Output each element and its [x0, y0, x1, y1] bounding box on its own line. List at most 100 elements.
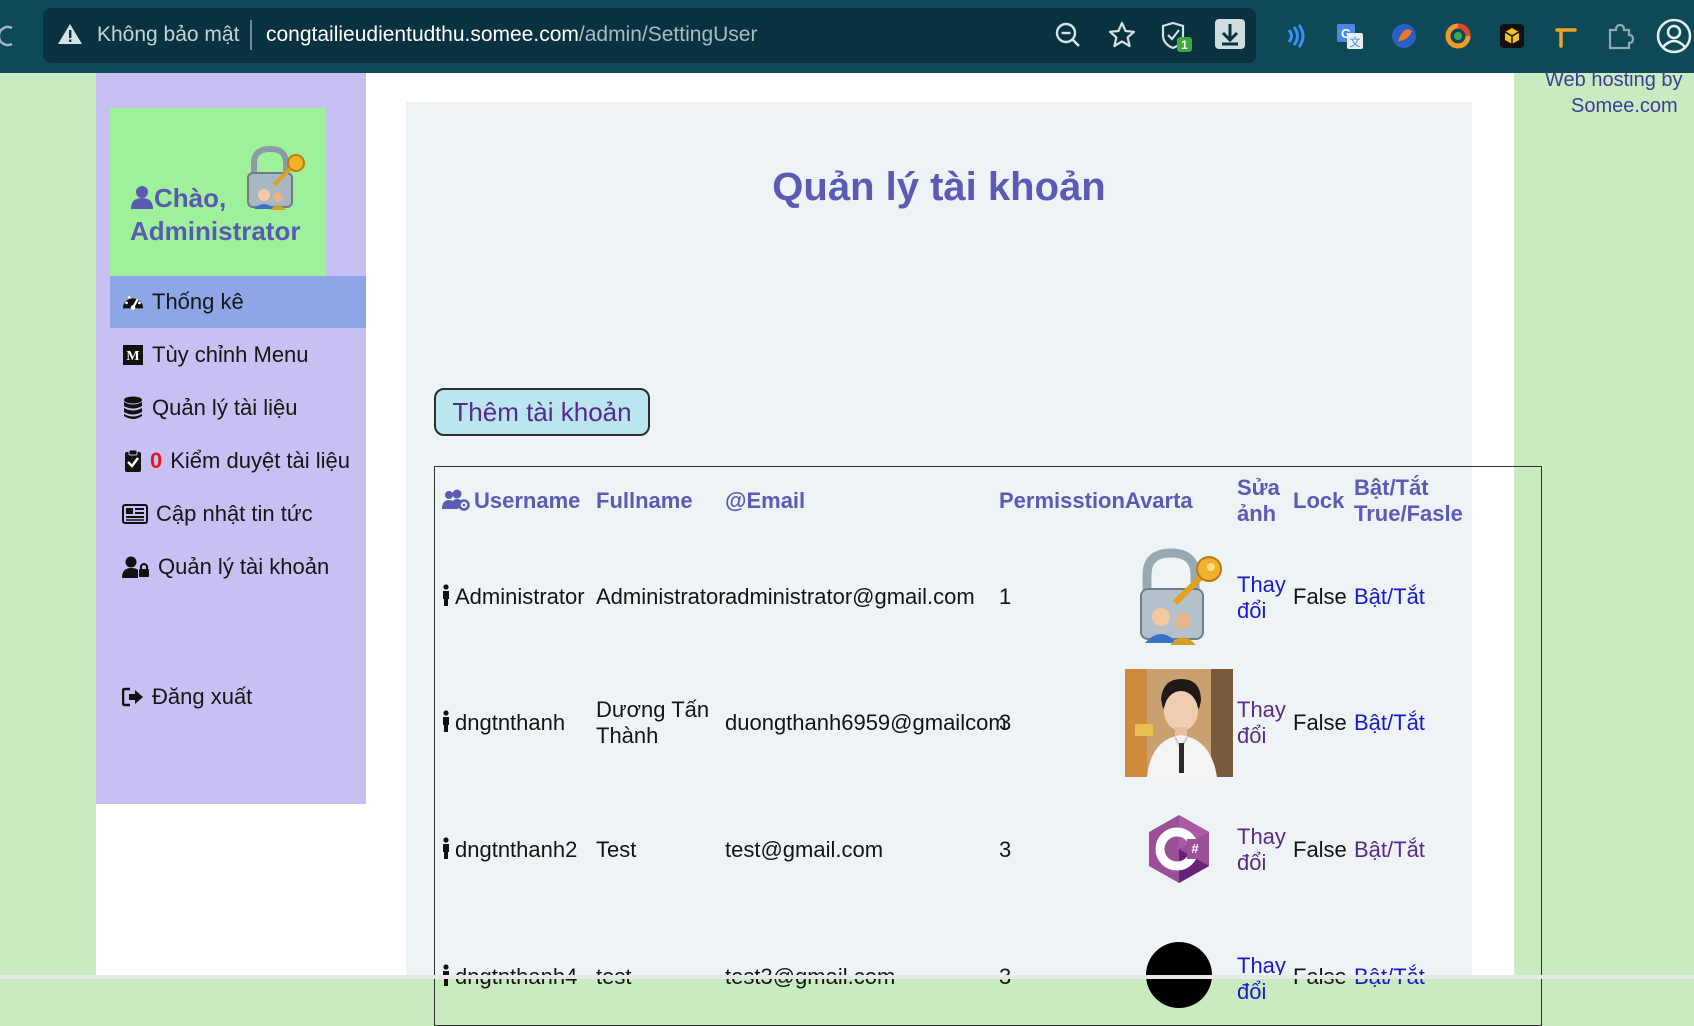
greeting-label: Chào,: [154, 183, 227, 213]
sidebar-item-label: Quản lý tài khoản: [158, 554, 330, 579]
sign-out-icon: [122, 686, 144, 708]
sidebar-item-dang-xuat[interactable]: Đăng xuất: [110, 671, 366, 723]
toggle-lock-link[interactable]: Bật/Tắt: [1354, 584, 1425, 610]
toggle-lock-link[interactable]: Bật/Tắt: [1354, 837, 1425, 863]
page-title: Quản lý tài khoản: [772, 165, 1106, 209]
tool-extension-icon[interactable]: [1546, 16, 1586, 56]
avatar-person-photo: [1125, 669, 1233, 777]
sidebar-item-cap-nhat-tin-tuc[interactable]: Cập nhật tin tức: [110, 488, 366, 540]
url-text[interactable]: congtailieudientudthu.somee.com/admin/Se…: [266, 23, 757, 47]
permission-cell: 1: [999, 584, 1012, 609]
clipboard-check-icon: [122, 449, 144, 472]
zoom-out-icon[interactable]: [1053, 20, 1083, 50]
sidebar-item-kiem-duyet-tai-lieu[interactable]: 0 Kiểm duyệt tài liệu: [110, 435, 366, 487]
sidebar-item-quan-ly-tai-khoan[interactable]: Quản lý tài khoản: [110, 541, 366, 593]
username-cell: dngtnthanh2: [455, 837, 578, 862]
user-lock-icon: [122, 556, 150, 578]
cube-extension-icon[interactable]: [1492, 16, 1532, 56]
lock-cell: False: [1293, 837, 1347, 862]
newspaper-icon: [122, 503, 148, 525]
shield-extension-icon[interactable]: 1: [1160, 20, 1192, 52]
accounts-table: Username Fullname @Email Permisstion Ava…: [434, 466, 1542, 1026]
username-cell: dngtnthanh: [455, 710, 566, 735]
add-account-button[interactable]: Thêm tài khoản: [434, 388, 650, 436]
person-icon: [442, 837, 450, 865]
medium-icon: M: [122, 344, 144, 366]
toggle-lock-link[interactable]: Bật/Tắt: [1354, 710, 1425, 736]
svg-text:#: #: [1191, 841, 1199, 856]
page-bottom-edge: [0, 975, 1694, 979]
main-content: Quản lý tài khoản Thêm tài khoản Usernam…: [406, 102, 1542, 1026]
pending-count-badge: 0: [150, 448, 163, 473]
sidebar-item-label: Cập nhật tin tức: [156, 501, 313, 526]
fullname-cell: Test: [596, 837, 637, 862]
greeting-text: Chào, Administrator: [130, 183, 300, 247]
avatar-black-circle: [1125, 921, 1233, 1025]
hosting-notice[interactable]: Web hosting by Somee.com: [1545, 67, 1694, 119]
sidebar-item-thong-ke[interactable]: Thống kê: [110, 276, 366, 328]
url-host: congtailieudientudthu.somee.com: [266, 23, 579, 46]
svg-text:文: 文: [1350, 35, 1361, 49]
sidebar-item-label: Tùy chỉnh Menu: [152, 342, 309, 367]
fullname-cell: Administrator: [596, 584, 726, 609]
download-icon[interactable]: [1214, 18, 1245, 49]
person-icon: [442, 584, 450, 612]
orange-extension-icon[interactable]: [1384, 16, 1424, 56]
permission-cell: 3: [999, 710, 1012, 735]
header-edit-image: Sửa ảnh: [1237, 475, 1280, 526]
header-username: Username: [442, 488, 580, 517]
shield-badge: 1: [1181, 38, 1188, 52]
sidebar-item-tuy-chinh-menu[interactable]: M Tùy chỉnh Menu: [110, 329, 366, 381]
sidebar-item-label: Quản lý tài liệu: [152, 395, 298, 420]
avatar-csharp-logo: #: [1125, 795, 1233, 903]
greeting-box: Chào, Administrator: [110, 108, 326, 277]
url-separator: [250, 20, 252, 50]
table-row: Administrator: [442, 584, 585, 612]
ring-extension-icon[interactable]: [1438, 16, 1478, 56]
header-username-label: Username: [474, 488, 581, 513]
lock-cell: False: [1293, 584, 1347, 609]
greeting-username: Administrator: [130, 216, 301, 246]
hosting-line-2: Somee.com: [1571, 95, 1678, 117]
header-fullname: Fullname: [596, 488, 693, 513]
person-icon: [442, 710, 450, 738]
bookmark-star-icon[interactable]: [1107, 20, 1137, 50]
url-path: /admin/SettingUser: [578, 23, 758, 46]
puzzle-extensions-icon[interactable]: [1600, 16, 1640, 56]
header-permission: Permisstion: [999, 488, 1125, 513]
change-avatar-link[interactable]: Thay đổi: [1237, 824, 1287, 876]
lock-cell: False: [1293, 710, 1347, 735]
user-icon: [130, 185, 154, 216]
profile-avatar-icon[interactable]: [1654, 16, 1694, 56]
fullname-cell: Dương Tấn Thành: [596, 697, 710, 748]
change-avatar-link[interactable]: Thay đổi: [1237, 697, 1287, 749]
permission-cell: 3: [999, 837, 1012, 862]
read-aloud-extension-icon[interactable]: [1276, 16, 1316, 56]
translate-extension-icon[interactable]: G文: [1330, 16, 1370, 56]
header-lock: Lock: [1293, 488, 1345, 513]
security-label[interactable]: Không bảo mật: [97, 23, 239, 47]
sidebar-item-label: Kiểm duyệt tài liệu: [170, 448, 351, 473]
users-cog-icon: [442, 489, 470, 517]
browser-toolbar: Không bảo mật congtailieudientudthu.some…: [0, 0, 1694, 73]
email-cell: administrator@gmail.com: [725, 584, 975, 609]
sidebar-item-label: Thống kê: [152, 289, 244, 314]
svg-text:M: M: [126, 349, 139, 364]
change-avatar-link[interactable]: Thay đổi: [1237, 572, 1287, 624]
avatar-admin-image: [1125, 543, 1233, 651]
dashboard-icon: [122, 291, 144, 313]
email-cell: duongthanh6959@gmailcom: [725, 710, 1007, 735]
table-row: dngtnthanh2: [442, 837, 577, 865]
reload-icon[interactable]: [0, 22, 20, 50]
database-icon: [122, 396, 144, 419]
username-cell: Administrator: [455, 584, 585, 609]
sidebar: Chào, Administrator Thống kê M Tùy chỉnh…: [96, 73, 366, 804]
sidebar-item-quan-ly-tai-lieu[interactable]: Quản lý tài liệu: [110, 382, 366, 434]
table-row: dngtnthanh: [442, 710, 565, 738]
warning-icon[interactable]: [57, 22, 83, 51]
change-avatar-link[interactable]: Thay đổi: [1237, 953, 1287, 1005]
hosting-line-1: Web hosting by: [1545, 69, 1683, 91]
header-email: @Email: [725, 488, 806, 513]
header-toggle: Bật/Tắt True/Fasle: [1354, 475, 1463, 526]
address-bar[interactable]: Không bảo mật congtailieudientudthu.some…: [43, 8, 1256, 63]
